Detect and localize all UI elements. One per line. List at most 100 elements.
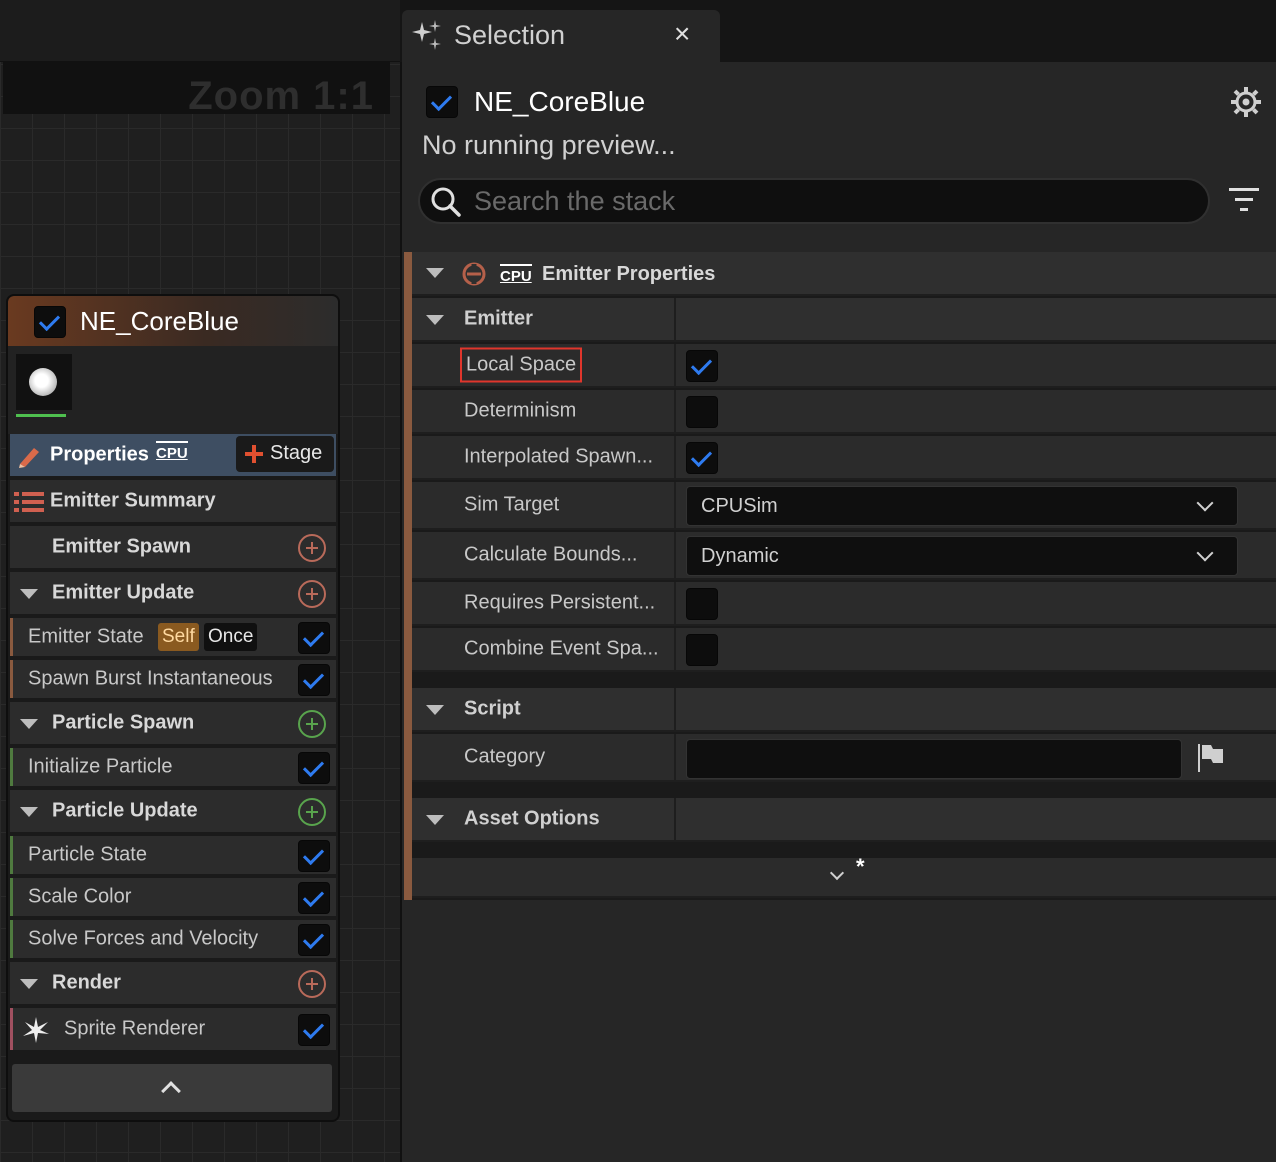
node-thumbnail[interactable] [16,354,72,417]
solve-forces-label: Solve Forces and Velocity [28,927,259,950]
emitter-state-row[interactable]: Emitter State Self Once [10,618,336,658]
close-icon[interactable]: × [674,18,690,50]
asset-options-group-header[interactable]: Asset Options [412,798,1276,842]
collapse-triangle-icon[interactable] [426,315,444,325]
sprite-renderer-row[interactable]: Sprite Renderer [10,1008,336,1052]
chevron-down-icon [1196,544,1214,562]
flag-icon[interactable] [1196,743,1226,773]
emitter-properties-header[interactable]: CPU Emitter Properties [412,252,1276,296]
column-splitter[interactable] [674,798,676,840]
collapse-triangle-icon[interactable] [20,719,38,729]
module-enable-checkbox[interactable] [298,924,330,956]
local-space-checkbox[interactable] [686,350,718,382]
calculate-bounds-value: Dynamic [701,545,779,567]
render-row[interactable]: Render [10,962,336,1006]
script-group-header[interactable]: Script [412,688,1276,732]
add-module-icon[interactable] [298,580,326,608]
particle-spawn-row[interactable]: Particle Spawn [10,702,336,746]
advanced-expand-row[interactable]: * [412,854,1276,898]
add-module-icon[interactable] [298,798,326,826]
column-splitter[interactable] [674,734,676,780]
node-title: NE_CoreBlue [80,306,239,336]
sprite-renderer-label: Sprite Renderer [64,1017,206,1040]
gear-icon[interactable] [1230,86,1262,118]
module-enable-checkbox[interactable] [298,1014,330,1046]
stage-accent [10,618,13,656]
emitter-summary-row[interactable]: Emitter Summary [10,480,336,524]
column-splitter[interactable] [674,482,676,528]
collapse-triangle-icon[interactable] [20,979,38,989]
property-row-combine-event[interactable]: Combine Event Spa... [412,628,1276,672]
interpolated-spawn-checkbox[interactable] [686,442,718,474]
property-row-determinism[interactable]: Determinism [412,390,1276,434]
module-enable-checkbox[interactable] [298,622,330,654]
solve-forces-row[interactable]: Solve Forces and Velocity [10,920,336,960]
property-row-sim-target[interactable]: Sim Target CPUSim [412,482,1276,530]
collapse-triangle-icon[interactable] [426,815,444,825]
add-stage-button[interactable]: Stage [236,436,334,472]
search-input[interactable] [474,184,1194,218]
local-space-label: Local Space [459,347,583,383]
chevron-down-icon[interactable] [829,865,845,881]
property-row-category[interactable]: Category [412,734,1276,782]
sparkle-icon [412,20,441,50]
node-thumbnail-area [8,346,338,434]
sim-target-dropdown[interactable]: CPUSim [686,486,1238,526]
emitter-spawn-row[interactable]: Emitter Spawn [10,526,336,570]
column-splitter[interactable] [674,298,676,340]
column-splitter[interactable] [674,582,676,624]
stage-accent [10,660,13,698]
calculate-bounds-dropdown[interactable]: Dynamic [686,536,1238,576]
node-header[interactable]: NE_CoreBlue [8,296,338,346]
collapse-triangle-icon[interactable] [426,268,444,278]
column-splitter[interactable] [674,688,676,730]
add-module-icon[interactable] [298,710,326,738]
column-splitter[interactable] [674,390,676,432]
pencil-icon [19,448,39,468]
stage-accent [10,920,13,958]
emitter-properties-icon [462,262,486,286]
emitter-update-row[interactable]: Emitter Update [10,572,336,616]
particle-update-label: Particle Update [52,799,198,822]
scale-color-row[interactable]: Scale Color [10,878,336,918]
requires-persistent-checkbox[interactable] [686,588,718,620]
node-properties-row[interactable]: Properties CPU Stage [10,434,336,478]
module-enable-checkbox[interactable] [298,664,330,696]
tab-selection[interactable]: Selection × [402,10,720,62]
emitter-enable-checkbox[interactable] [426,86,458,118]
property-row-requires-persistent[interactable]: Requires Persistent... [412,582,1276,626]
node-enable-checkbox[interactable] [34,306,66,338]
property-row-local-space[interactable]: Local Space [412,344,1276,388]
collapse-triangle-icon[interactable] [20,589,38,599]
initialize-particle-row[interactable]: Initialize Particle [10,748,336,788]
combine-event-checkbox[interactable] [686,634,718,666]
determinism-checkbox[interactable] [686,396,718,428]
category-input[interactable] [686,739,1182,779]
column-splitter[interactable] [674,344,676,386]
requires-persistent-label: Requires Persistent... [464,591,656,614]
plus-icon [245,445,263,463]
column-splitter[interactable] [674,436,676,478]
emitter-group-header[interactable]: Emitter [412,298,1276,342]
particle-state-row[interactable]: Particle State [10,836,336,876]
property-row-calculate-bounds[interactable]: Calculate Bounds... Dynamic [412,532,1276,580]
add-renderer-icon[interactable] [298,970,326,998]
module-enable-checkbox[interactable] [298,840,330,872]
spawn-burst-row[interactable]: Spawn Burst Instantaneous [10,660,336,700]
add-module-icon[interactable] [298,534,326,562]
module-enable-checkbox[interactable] [298,752,330,784]
collapse-triangle-icon[interactable] [20,807,38,817]
column-splitter[interactable] [674,532,676,578]
particle-update-row[interactable]: Particle Update [10,790,336,834]
chevron-down-icon [1196,494,1214,512]
node-collapse-button[interactable] [12,1064,332,1112]
stack-search-box[interactable] [418,178,1210,224]
emitter-node[interactable]: NE_CoreBlue Properties CPU Stage Emitter… [6,294,340,1122]
collapse-triangle-icon[interactable] [426,705,444,715]
property-row-interpolated-spawn[interactable]: Interpolated Spawn... [412,436,1276,480]
column-splitter[interactable] [674,628,676,670]
module-enable-checkbox[interactable] [298,882,330,914]
sprite-burst-icon [23,1017,49,1043]
filter-icon[interactable] [1228,186,1260,214]
zoom-bar: Zoom 1:1 [3,62,390,118]
